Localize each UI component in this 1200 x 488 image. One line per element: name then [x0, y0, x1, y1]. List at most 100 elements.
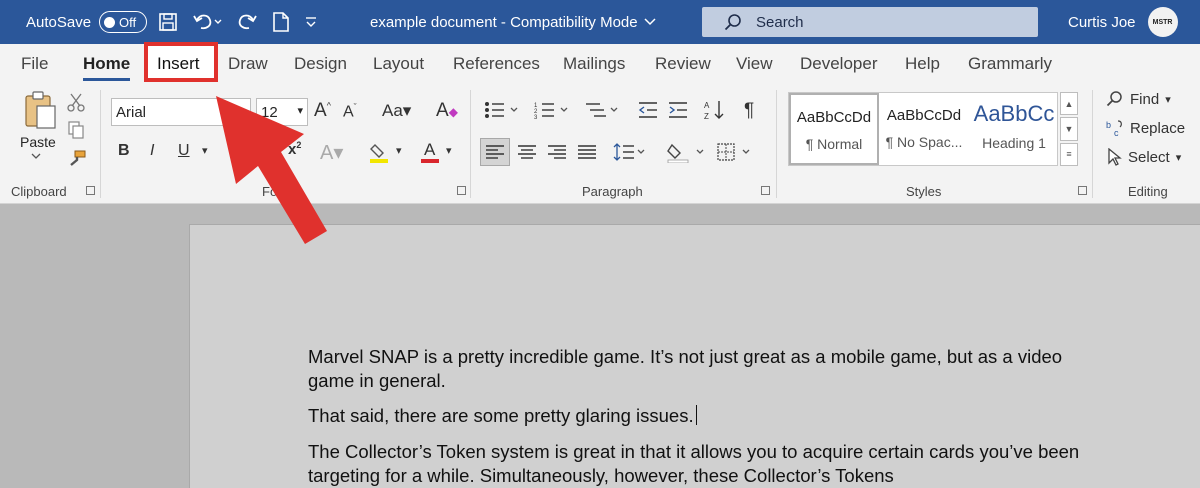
- customize-toolbar-icon[interactable]: [304, 15, 318, 29]
- grow-font-icon[interactable]: A^: [314, 100, 331, 122]
- divider: [1092, 90, 1093, 198]
- style-heading-1[interactable]: AaBbCc Heading 1: [969, 93, 1059, 165]
- numbering-icon[interactable]: 123: [534, 100, 570, 120]
- borders-icon[interactable]: [714, 138, 758, 166]
- font-color-icon[interactable]: A: [418, 138, 442, 166]
- save-icon[interactable]: [158, 12, 178, 32]
- autosave-state: Off: [119, 14, 137, 30]
- search-placeholder: Search: [756, 13, 804, 31]
- autosave-label: AutoSave: [26, 13, 92, 31]
- decrease-indent-icon[interactable]: [636, 100, 660, 120]
- highlight-chevron-icon[interactable]: ▾: [396, 144, 402, 157]
- style-sample: AaBbCcDd: [886, 107, 962, 124]
- highlight-color-icon[interactable]: [366, 140, 392, 166]
- tab-home[interactable]: Home: [83, 54, 131, 81]
- underline-options-chevron-icon[interactable]: ▾: [202, 144, 208, 157]
- style-no-spacing[interactable]: AaBbCcDd ¶ No Spac...: [879, 93, 969, 165]
- styles-launcher-icon[interactable]: [1078, 186, 1087, 195]
- undo-icon[interactable]: [192, 12, 222, 32]
- tab-grammarly[interactable]: Grammarly: [968, 54, 1052, 74]
- document-title-text: example document - Compatibility Mode: [370, 13, 638, 31]
- styles-gallery: AaBbCcDd ¶ Normal AaBbCcDd ¶ No Spac... …: [788, 92, 1058, 166]
- svg-text:3: 3: [534, 115, 538, 119]
- document-paragraph[interactable]: The Collector’s Token system is great in…: [308, 440, 1098, 488]
- align-right-icon[interactable]: [544, 138, 570, 166]
- tab-insert[interactable]: Insert: [157, 54, 200, 74]
- show-formatting-marks-icon[interactable]: ¶: [744, 100, 754, 122]
- tab-references[interactable]: References: [453, 54, 540, 74]
- sort-icon[interactable]: AZ: [702, 98, 726, 122]
- cut-icon[interactable]: [66, 92, 86, 112]
- paste-icon[interactable]: [20, 90, 60, 130]
- select-button[interactable]: Select ▾: [1106, 148, 1181, 166]
- divider: [776, 90, 777, 198]
- search-box[interactable]: Search: [702, 7, 1038, 37]
- styles-scroll: ▲ ▼ ≡: [1060, 92, 1078, 166]
- document-title[interactable]: example document - Compatibility Mode: [370, 0, 656, 44]
- tab-file[interactable]: File: [21, 54, 48, 74]
- multilevel-list-icon[interactable]: [584, 100, 620, 120]
- paste-label[interactable]: Paste: [20, 134, 56, 150]
- avatar[interactable]: MSTR: [1147, 7, 1178, 37]
- autosave-control[interactable]: AutoSave Off: [26, 0, 148, 44]
- select-cursor-icon: [1108, 148, 1122, 166]
- paragraph-launcher-icon[interactable]: [761, 186, 770, 195]
- tab-draw[interactable]: Draw: [228, 54, 268, 74]
- chevron-down-icon: ▾: [297, 105, 303, 117]
- clipboard-launcher-icon[interactable]: [86, 186, 95, 195]
- find-icon: [1106, 91, 1122, 107]
- tab-mailings[interactable]: Mailings: [563, 54, 625, 74]
- document-paragraph[interactable]: Marvel SNAP is a pretty incredible game.…: [308, 345, 1098, 393]
- superscript-icon[interactable]: x2: [288, 140, 301, 158]
- font-color-chevron-icon[interactable]: ▾: [446, 144, 452, 157]
- align-center-icon[interactable]: [514, 138, 540, 166]
- style-normal[interactable]: AaBbCcDd ¶ Normal: [789, 93, 879, 165]
- tab-view[interactable]: View: [736, 54, 773, 74]
- find-button[interactable]: Find ▾: [1106, 90, 1171, 108]
- tab-review[interactable]: Review: [655, 54, 711, 74]
- format-painter-icon[interactable]: [66, 148, 88, 170]
- shading-icon[interactable]: [664, 138, 708, 166]
- document-paragraph[interactable]: That said, there are some pretty glaring…: [308, 404, 1098, 428]
- tab-design[interactable]: Design: [294, 54, 347, 74]
- increase-indent-icon[interactable]: [666, 100, 690, 120]
- group-label-paragraph: Paragraph: [582, 184, 643, 199]
- line-spacing-icon[interactable]: [608, 138, 648, 166]
- clear-formatting-icon[interactable]: A◆: [436, 100, 458, 122]
- styles-scroll-down-icon[interactable]: ▼: [1060, 117, 1078, 141]
- italic-icon[interactable]: I: [150, 142, 154, 160]
- replace-button[interactable]: bc Replace: [1106, 119, 1185, 138]
- paragraph-text: That said, there are some pretty glaring…: [308, 405, 694, 426]
- new-document-icon[interactable]: [272, 12, 290, 32]
- autosave-toggle[interactable]: Off: [99, 11, 148, 33]
- tab-developer[interactable]: Developer: [800, 54, 878, 74]
- styles-more-icon[interactable]: ≡: [1060, 142, 1078, 166]
- ribbon-home: Paste Clipboard Arial 12 ▾ A^ Aˇ Aa▾ A◆ …: [0, 86, 1200, 204]
- align-left-icon[interactable]: [480, 138, 510, 166]
- change-case-icon[interactable]: Aa▾: [382, 101, 411, 121]
- underline-icon[interactable]: U: [178, 142, 190, 160]
- style-sample: AaBbCc: [973, 101, 1055, 126]
- select-label: Select: [1128, 148, 1170, 166]
- paste-chevron-icon[interactable]: [30, 152, 42, 162]
- font-size-value: 12: [261, 104, 278, 121]
- svg-text:A: A: [704, 101, 710, 110]
- copy-icon[interactable]: [66, 120, 86, 140]
- bold-icon[interactable]: B: [118, 142, 130, 160]
- redo-icon[interactable]: [236, 12, 258, 32]
- font-launcher-icon[interactable]: [457, 186, 466, 195]
- justify-icon[interactable]: [574, 138, 600, 166]
- styles-scroll-up-icon[interactable]: ▲: [1060, 92, 1078, 116]
- font-size-field[interactable]: 12 ▾: [256, 98, 308, 126]
- group-label-editing: Editing: [1128, 184, 1168, 199]
- svg-text:Z: Z: [704, 112, 709, 121]
- bullets-icon[interactable]: [484, 100, 520, 120]
- user-account[interactable]: Curtis Joe MSTR: [1068, 0, 1178, 44]
- tab-help[interactable]: Help: [905, 54, 940, 74]
- highlight-swatch: [370, 159, 388, 163]
- font-name-field[interactable]: Arial: [111, 98, 251, 126]
- replace-icon: bc: [1106, 120, 1122, 137]
- tab-layout[interactable]: Layout: [373, 54, 424, 74]
- shrink-font-icon[interactable]: Aˇ: [343, 102, 357, 121]
- text-effects-icon[interactable]: A▾: [320, 140, 343, 165]
